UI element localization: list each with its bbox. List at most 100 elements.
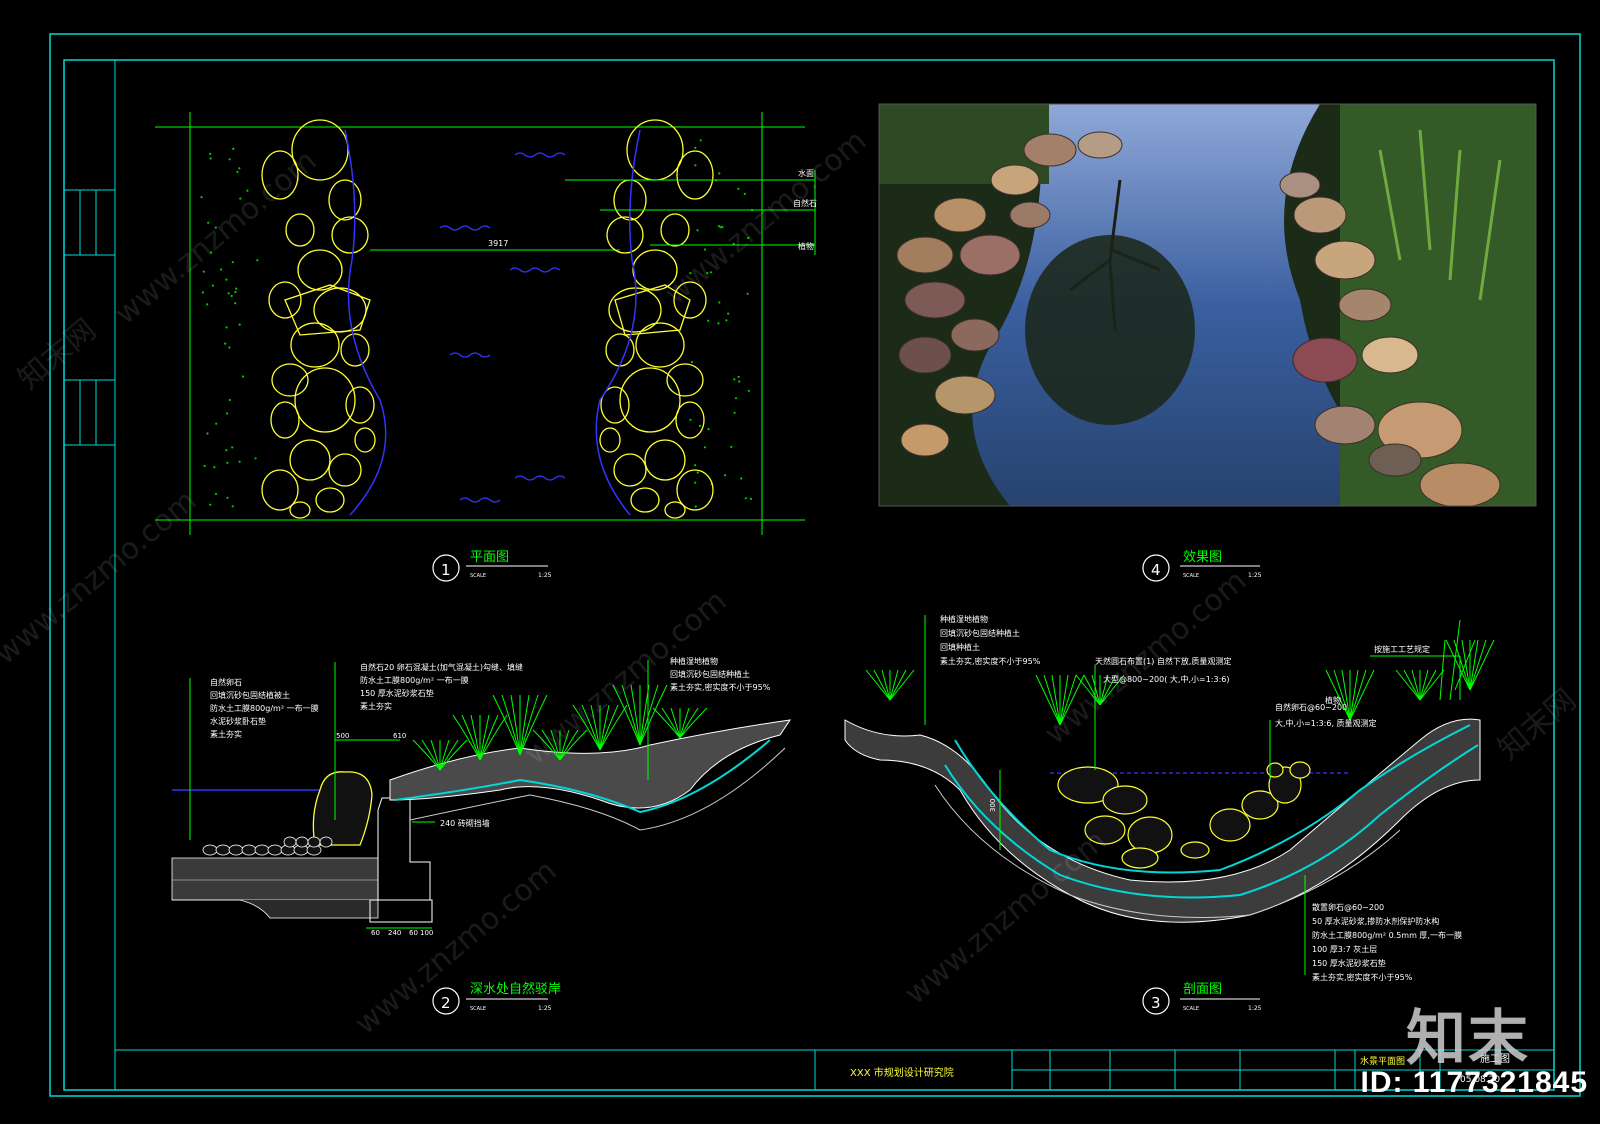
revetment-scale: 1:25: [538, 1005, 552, 1012]
plan-view: 3917 水面 自然石 植物: [155, 112, 817, 535]
revetment-title-text: 深水处自然驳岸: [470, 981, 561, 997]
plant-leaf: [519, 694, 530, 756]
plant-hatch-dot: [725, 319, 728, 322]
plan-rock: [354, 427, 376, 453]
section-stone: [1289, 761, 1311, 779]
rev-left-note-5: 素土夯实: [210, 729, 242, 739]
photo-stone: [934, 375, 996, 415]
plant-hatch-dot: [744, 497, 747, 500]
section-stone: [1102, 785, 1148, 815]
plant-hatch-dot: [734, 397, 738, 400]
plant-leaf: [639, 684, 659, 746]
plant-hatch-dot: [225, 326, 228, 329]
pebble: [228, 844, 244, 856]
plant-hatch-dot: [703, 446, 707, 449]
plant-leaf: [510, 694, 521, 756]
plant-hatch-dot: [694, 505, 697, 508]
plan-callout-plant: 植物: [798, 241, 814, 251]
plan-rock: [613, 453, 647, 487]
plant-hatch-dot: [709, 271, 713, 274]
institute-name: XXX 市规划设计研究院: [850, 1066, 954, 1079]
plant-hatch-dot: [210, 251, 213, 254]
plant-hatch-dot: [694, 464, 697, 467]
sec-left-note-2: 回填沉砂包固结种植土: [940, 628, 1020, 638]
plant-hatch-dot: [215, 422, 218, 425]
plant-hatch-dot: [225, 449, 228, 452]
plan-rock: [297, 249, 343, 291]
plan-rock: [635, 322, 685, 368]
plan-rock: [632, 249, 678, 291]
plant-hatch-dot: [234, 290, 237, 294]
plant-hatch-dot: [238, 460, 241, 463]
plant-hatch-dot: [718, 172, 721, 175]
plan-rock: [345, 386, 375, 424]
plant-hatch-dot: [733, 411, 736, 414]
rev-left-note-2: 回填沉砂包固结植被土: [210, 690, 290, 700]
plan-rock: [285, 213, 315, 247]
plant-hatch-dot: [206, 303, 209, 306]
plan-rock: [313, 287, 367, 333]
section-scale-label: SCALE: [1183, 1006, 1199, 1012]
plant-hatch-dot: [698, 424, 702, 427]
plant-hatch-dot: [707, 319, 710, 322]
cad-drawing-sheet: XXX 市规划设计研究院 水景平面图 施工图 05.08.20 3917 水面 …: [49, 33, 1581, 1097]
plant-hatch-dot: [235, 287, 238, 290]
revetment-section: 自然卵石 回填沉砂包固结植被土 防水土工膜800g/m² 一布一膜 水泥砂浆卧石…: [171, 656, 792, 937]
plant-hatch-dot: [694, 146, 697, 149]
plant-hatch-dot: [226, 412, 229, 415]
plant-leaf: [599, 704, 619, 751]
sec-stone-note-size: 大型@800~200( 大,中,小=1:3:6): [1103, 674, 1229, 684]
rev-wall-note: 240 砖砌挡墙: [440, 818, 490, 828]
plant-leaf: [1059, 674, 1077, 726]
revetment-title: 2 深水处自然驳岸 SCALE 1:25: [432, 981, 561, 1015]
plant-leaf: [1083, 674, 1101, 706]
plant-hatch-dot: [746, 292, 749, 295]
stream-section: 种植湿地植物 回填沉砂包固结种植土 回填种植土 素土夯实,密实度不小于95% 天…: [844, 614, 1495, 982]
plant-leaf: [1349, 669, 1367, 721]
plan-scale-label: SCALE: [470, 573, 486, 579]
plant-hatch-dot: [200, 196, 203, 199]
plan-slab-rock: [614, 284, 691, 336]
plan-rock: [664, 501, 686, 519]
plant-hatch-dot: [737, 375, 740, 378]
plant-leaf: [630, 684, 641, 746]
plant-hatch-dot: [696, 229, 699, 232]
plant-leaf: [1333, 669, 1351, 721]
plan-rock: [630, 487, 660, 513]
rev-mid-note-4: 素土夯实: [360, 701, 392, 711]
plant-hatch-dot: [228, 158, 231, 161]
section-stone: [1266, 762, 1284, 778]
plant-hatch-dot: [743, 192, 746, 195]
sec-stone-note-title: 天然圆石布置(1) 自然下放,质量观测定: [1095, 656, 1231, 666]
rev-bottom-dim-1: 60: [371, 929, 380, 937]
plan-rock: [599, 427, 621, 453]
photo-stone: [1077, 131, 1123, 159]
photo-stone: [900, 423, 950, 457]
pebble: [307, 836, 321, 848]
sec-bottom-note-3: 防水土工膜800g/m² 0.5mm 厚,一布一膜: [1312, 930, 1462, 940]
photo-stone: [898, 336, 952, 374]
rev-bottom-dim-3: 60: [409, 929, 418, 937]
plan-rock: [644, 439, 686, 481]
plant-hatch-dot: [231, 446, 234, 449]
plan-rock: [315, 487, 345, 513]
plan-callout-stone: 自然石: [793, 198, 817, 208]
title-block: [115, 1049, 1554, 1090]
plant-leaf: [661, 707, 681, 739]
section-stone: [1084, 815, 1126, 845]
plant-hatch-dot: [699, 139, 702, 142]
plant-hatch-dot: [238, 323, 241, 326]
rev-dim-500: 500: [336, 732, 349, 740]
sec-left-note-4: 素土夯实,密实度不小于95%: [940, 656, 1041, 666]
plant-leaf: [1419, 669, 1437, 701]
plant-leaf: [873, 669, 891, 701]
rev-mid-note-2: 防水土工膜800g/m² 一布一膜: [360, 675, 469, 685]
sec-left-note-3: 回填种植土: [940, 642, 980, 652]
plant-hatch-dot: [228, 398, 231, 402]
plant-leaf: [421, 739, 441, 771]
photo-stone: [950, 318, 1000, 352]
rev-bottom-dim-2: 240: [388, 929, 401, 937]
pebble: [215, 844, 231, 856]
plant-hatch-dot: [747, 236, 750, 239]
plant-hatch-dot: [227, 292, 230, 295]
